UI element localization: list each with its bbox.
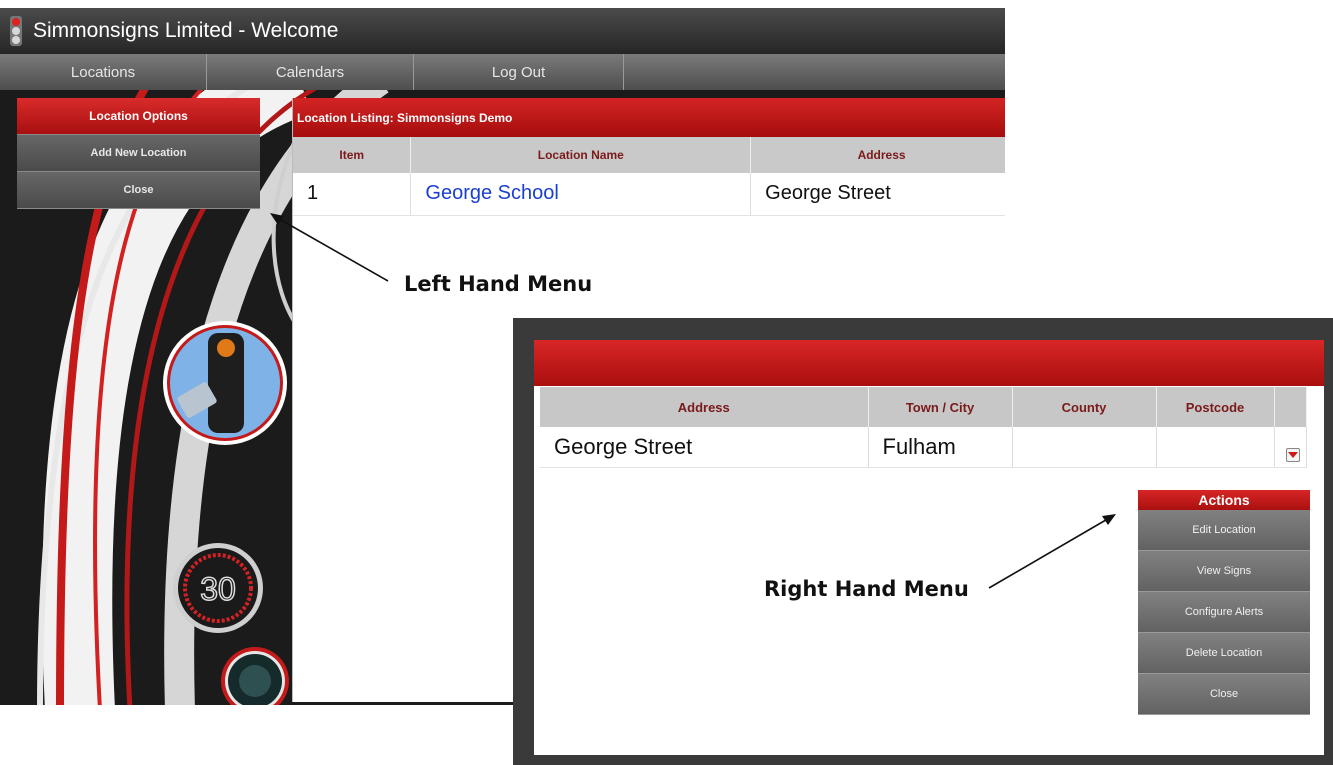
row-actions-dropdown-button[interactable] [1286,448,1300,462]
zoomed-inset: Address Town / City County Postcode Geor… [513,318,1333,765]
actions-header: Actions [1138,490,1310,510]
window-title: Simmonsigns Limited - Welcome [33,19,339,42]
chevron-down-icon [1288,452,1298,458]
left-hand-menu-callout: Left Hand Menu [404,272,593,296]
close-menu-button[interactable]: Close [17,172,260,209]
right-hand-menu-callout: Right Hand Menu [764,577,969,601]
speed-value: 30 [200,571,236,607]
sign-display-icon [221,647,289,705]
delete-location-button[interactable]: Delete Location [1138,633,1310,674]
col-item[interactable]: Item [293,137,412,173]
left-callout-arrow-icon [270,213,389,282]
inset-content: Address Town / City County Postcode Geor… [534,340,1324,755]
cell-postcode [1156,427,1275,468]
cell-address: George Street [750,173,1005,216]
left-hand-menu: Location Options Add New Location Close [17,98,260,209]
nav-locations[interactable]: Locations [0,54,207,90]
listing-title: Location Listing: Simmonsigns Demo [293,98,1005,137]
col-location-name[interactable]: Location Name [410,137,752,173]
col-town-city[interactable]: Town / City [868,387,1013,427]
add-new-location-button[interactable]: Add New Location [17,135,260,172]
location-options-header: Location Options [17,98,260,135]
configure-alerts-button[interactable]: Configure Alerts [1138,592,1310,633]
nav-calendars[interactable]: Calendars [207,54,414,90]
cell-address: George Street [540,427,869,468]
inset-location-table: Address Town / City County Postcode Geor… [540,387,1307,468]
nav-log-out[interactable]: Log Out [414,54,624,90]
col-actions [1274,387,1307,427]
traffic-sign-image-icon [163,321,287,445]
right-callout-arrow-icon [988,514,1116,589]
edit-location-button[interactable]: Edit Location [1138,510,1310,551]
col-address[interactable]: Address [750,137,1005,173]
col-postcode[interactable]: Postcode [1156,387,1275,427]
title-bar: Simmonsigns Limited - Welcome [0,8,1005,54]
right-hand-menu: Actions Edit Location View Signs Configu… [1138,490,1310,715]
col-address[interactable]: Address [540,387,869,427]
view-signs-button[interactable]: View Signs [1138,551,1310,592]
cell-county [1012,427,1157,468]
col-county[interactable]: County [1012,387,1157,427]
inset-header-bar [534,340,1324,386]
speed-sign-icon: 30 [173,543,263,633]
cell-town: Fulham [868,427,1013,468]
close-actions-button[interactable]: Close [1138,674,1310,715]
table-row: George Street Fulham [540,427,1307,468]
location-table: Item Location Name Address 1 George Scho… [293,137,1005,216]
location-name-link[interactable]: George School [410,173,752,216]
main-nav: Locations Calendars Log Out [0,54,1005,90]
traffic-light-logo-icon [9,16,23,46]
